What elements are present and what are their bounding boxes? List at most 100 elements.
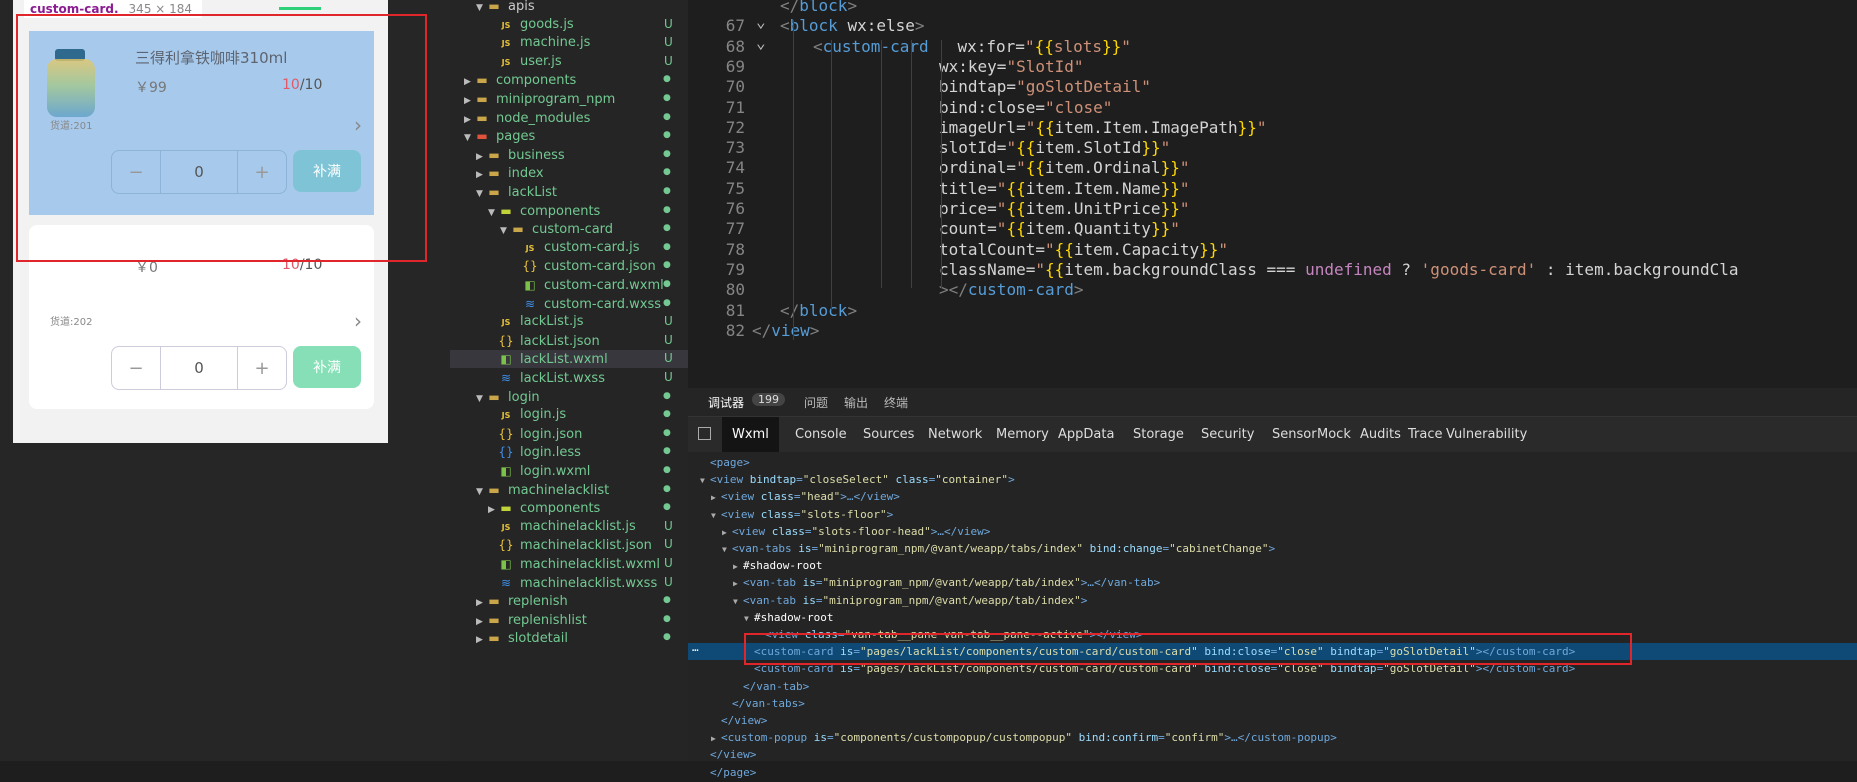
tree-item[interactable]: ▶ ▬ components	[464, 71, 576, 89]
tab-audits[interactable]: Audits	[1360, 417, 1401, 453]
chevron-right-icon[interactable]: ▶	[488, 501, 498, 519]
inspect-element-icon[interactable]	[698, 427, 711, 440]
tab-trace[interactable]: Trace	[1408, 417, 1443, 453]
code-line[interactable]: </view>	[752, 321, 819, 340]
tree-item[interactable]: ◧ custom-card.wxml	[512, 276, 663, 294]
tree-item[interactable]: JS machinelacklist.js	[488, 518, 636, 536]
code-line[interactable]: totalCount="{{item.Capacity}}"	[939, 240, 1228, 259]
dom-node[interactable]: ▼ <van-tab is="miniprogram_npm/@vant/weap…	[688, 592, 1087, 609]
tab-appdata[interactable]: AppData	[1058, 417, 1114, 453]
tab-network[interactable]: Network	[928, 417, 982, 453]
tree-item[interactable]: ▶ ▬ business	[476, 146, 565, 164]
dom-node[interactable]: ▼ <view bindtap="closeSelect" class="cont…	[688, 471, 1015, 488]
dom-node[interactable]: </van-tabs>	[688, 695, 805, 712]
caret-down-icon[interactable]: ▼	[700, 472, 710, 489]
chevron-down-icon[interactable]: ▼	[500, 222, 510, 240]
chevron-right-icon[interactable]: ▶	[476, 631, 486, 649]
tree-item[interactable]: {} custom-card.json	[512, 257, 655, 275]
tree-item[interactable]: ◧ lackList.wxml	[450, 350, 688, 369]
dom-node[interactable]: ▼ <view class="slots-floor">	[688, 506, 893, 523]
code-line[interactable]: count="{{item.Quantity}}"	[939, 219, 1180, 238]
quantity-input[interactable]: 0	[160, 347, 238, 389]
dom-node[interactable]: </page>	[688, 764, 756, 781]
tree-item[interactable]: ▶ ▬ index	[476, 164, 544, 182]
tree-item[interactable]: ◧ login.wxml	[488, 462, 590, 480]
tree-item[interactable]: ▶ ▬ replenish	[476, 592, 568, 610]
chevron-right-icon[interactable]: ▶	[464, 92, 474, 110]
tree-item[interactable]: ≋ custom-card.wxss	[512, 295, 661, 313]
tab-console[interactable]: Console	[795, 417, 847, 453]
tab-storage[interactable]: Storage	[1133, 417, 1184, 453]
tree-item[interactable]: JS user.js	[488, 53, 562, 71]
chevron-right-icon[interactable]: ▶	[464, 111, 474, 129]
tree-item[interactable]: JS machine.js	[488, 34, 591, 52]
tab-vulnerability[interactable]: Vulnerability	[1446, 417, 1527, 453]
debugger-top-tab[interactable]: 调试器	[708, 394, 744, 411]
code-line[interactable]: <block wx:else>	[780, 16, 925, 35]
code-line[interactable]: </block>	[780, 0, 857, 15]
caret-right-icon[interactable]: ▶	[733, 558, 743, 575]
tree-item[interactable]: ▶ ▬ node_modules	[464, 109, 590, 127]
tab-memory[interactable]: Memory	[996, 417, 1049, 453]
dom-node[interactable]: ▼ #shadow-root	[688, 609, 833, 626]
code-line[interactable]: ></custom-card>	[939, 280, 1084, 299]
dom-node[interactable]: ▶ <view class="head">…</view>	[688, 488, 900, 505]
tree-item[interactable]: ▼ ▬ apis	[476, 0, 535, 15]
tab-mock[interactable]: Mock	[1317, 417, 1351, 453]
minus-button[interactable]: −	[112, 347, 160, 389]
dom-node[interactable]: ▶ <custom-popup is="components/custompopu…	[688, 729, 1337, 746]
dom-node[interactable]: ▶ #shadow-root	[688, 557, 822, 574]
caret-down-icon[interactable]: ▼	[711, 507, 721, 524]
dom-node[interactable]: </view>	[688, 712, 767, 729]
caret-down-icon[interactable]: ▼	[722, 541, 732, 558]
debugger-top-tab[interactable]: 问题	[804, 394, 828, 411]
code-line[interactable]: wx:key="SlotId"	[939, 57, 1084, 76]
debugger-top-tab[interactable]: 输出	[844, 394, 868, 411]
debugger-top-tab[interactable]: 终端	[884, 394, 908, 411]
more-icon[interactable]: …	[692, 641, 699, 654]
code-line[interactable]: imageUrl="{{item.Item.ImagePath}}"	[939, 118, 1267, 137]
tab-sensor[interactable]: Sensor	[1272, 417, 1317, 453]
code-line[interactable]: <custom-card wx:for="{{slots}}"	[813, 37, 1131, 56]
chevron-down-icon[interactable]: ▼	[476, 390, 486, 408]
tab-wxml[interactable]: Wxml	[722, 417, 779, 453]
tree-item[interactable]: ▼ ▬ lackList	[476, 183, 557, 201]
tab-security[interactable]: Security	[1201, 417, 1254, 453]
code-line[interactable]: bind:close="close"	[939, 98, 1112, 117]
tree-item[interactable]: {} machinelacklist.json	[488, 536, 652, 554]
fill-button[interactable]: 补满	[293, 346, 361, 388]
tree-item[interactable]: {} login.json	[488, 425, 582, 443]
tree-item[interactable]: JS goods.js	[488, 16, 574, 34]
caret-right-icon[interactable]: ▶	[722, 524, 732, 541]
tree-item[interactable]: ▼ ▬ login	[476, 388, 540, 406]
caret-right-icon[interactable]: ▶	[733, 575, 743, 592]
tree-item[interactable]: ≋ lackList.wxss	[488, 369, 605, 387]
chevron-down-icon[interactable]: ▼	[488, 204, 498, 222]
chevron-right-icon[interactable]: ▶	[476, 166, 486, 184]
code-line[interactable]: </block>	[780, 301, 857, 320]
tree-item[interactable]: ▼ ▬ pages	[464, 127, 535, 145]
chevron-down-icon[interactable]: ▼	[476, 483, 486, 501]
chevron-right-icon[interactable]: ▶	[476, 613, 486, 631]
caret-down-icon[interactable]: ▼	[744, 610, 754, 627]
tree-item[interactable]: ▶ ▬ replenishlist	[476, 611, 587, 629]
code-line[interactable]: price="{{item.UnitPrice}}"	[939, 199, 1189, 218]
plus-button[interactable]: +	[238, 347, 286, 389]
tree-item[interactable]: ▼ ▬ components	[488, 202, 600, 220]
tree-item[interactable]: ▶ ▬ components	[488, 499, 600, 517]
chevron-right-icon[interactable]: ›	[354, 309, 362, 333]
tree-item[interactable]: JS login.js	[488, 406, 567, 424]
chevron-right-icon[interactable]: ▶	[476, 148, 486, 166]
tree-item[interactable]: ▼ ▬ machinelacklist	[476, 481, 609, 499]
tree-item[interactable]: {} login.less	[488, 443, 581, 461]
caret-down-icon[interactable]: ▼	[733, 593, 743, 610]
dom-node[interactable]: <page>	[688, 454, 750, 471]
code-line[interactable]: bindtap="goSlotDetail"	[939, 77, 1151, 96]
dom-node[interactable]: ▶ <view class="slots-floor-head">…</view>	[688, 523, 990, 540]
code-line[interactable]: slotId="{{item.SlotId}}"	[939, 138, 1170, 157]
fold-chevron-icon[interactable]: ⌄	[756, 33, 766, 52]
tree-item[interactable]: JS custom-card.js	[512, 239, 640, 257]
tab-sources[interactable]: Sources	[863, 417, 914, 453]
chevron-down-icon[interactable]: ▼	[476, 0, 486, 17]
chevron-right-icon[interactable]: ▶	[464, 73, 474, 91]
